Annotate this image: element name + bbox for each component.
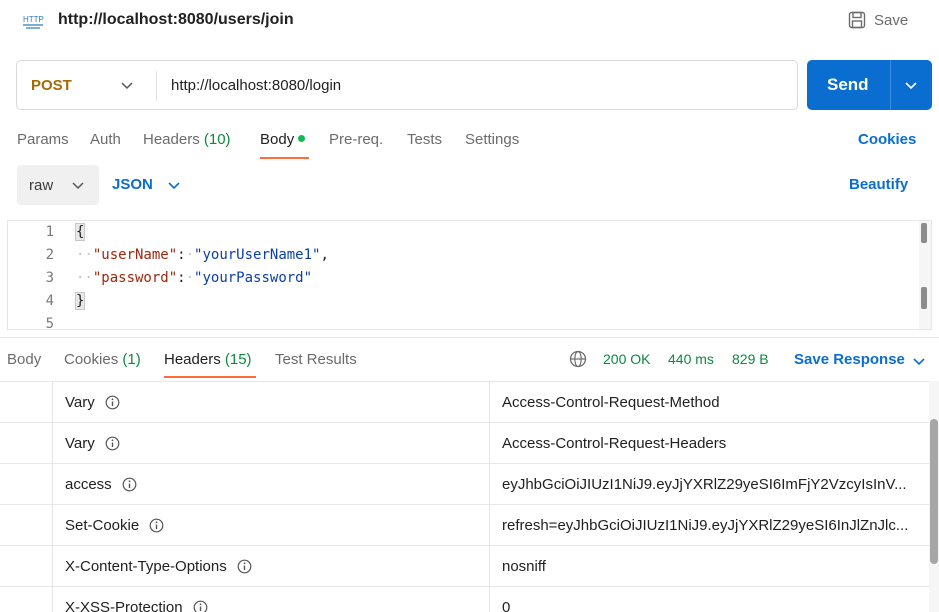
header-value: refresh=eyJhbGciOiJIUzI1NiJ9.eyJjYXRlZ29… bbox=[502, 517, 909, 534]
code-line-3: ··"password":·"yourPassword" bbox=[76, 270, 313, 286]
request-title[interactable]: http://localhost:8080/users/join bbox=[58, 11, 294, 29]
send-label: Send bbox=[827, 75, 869, 94]
headers-scrollbar[interactable] bbox=[929, 381, 939, 612]
method-select[interactable]: POST bbox=[17, 61, 157, 109]
line-number: 3 bbox=[45, 270, 54, 286]
resp-tab-headers[interactable]: Headers (15) bbox=[164, 351, 252, 368]
code-line-2: ··"userName":·"yourUserName1", bbox=[76, 247, 329, 263]
save-label: Save bbox=[874, 11, 909, 29]
table-row: Vary Access-Control-Request-Headers bbox=[0, 422, 929, 464]
chevron-down-icon[interactable] bbox=[904, 78, 918, 92]
value-password: "yourPassword" bbox=[194, 270, 313, 286]
line-number: 5 bbox=[45, 316, 54, 330]
url-divider bbox=[156, 71, 157, 101]
line-number: 1 bbox=[45, 224, 54, 240]
url-input[interactable] bbox=[171, 74, 771, 96]
close-brace: } bbox=[74, 292, 86, 310]
header-key: X-XSS-Protection bbox=[65, 599, 208, 612]
header-value: 0 bbox=[502, 599, 511, 612]
resp-tab-cookies[interactable]: Cookies (1) bbox=[64, 351, 141, 368]
headers-scroll-thumb[interactable] bbox=[930, 419, 938, 564]
table-row: Vary Access-Control-Request-Method bbox=[0, 381, 929, 423]
tab-pre-request[interactable]: Pre-req. bbox=[329, 131, 383, 148]
url-bar: POST bbox=[16, 60, 798, 110]
info-icon[interactable] bbox=[149, 518, 164, 533]
globe-icon[interactable] bbox=[569, 350, 587, 368]
chevron-down-icon[interactable] bbox=[912, 354, 926, 368]
active-resp-tab-underline bbox=[164, 376, 256, 378]
header-key: Set-Cookie bbox=[65, 517, 164, 534]
header-value: nosniff bbox=[502, 558, 546, 575]
info-icon[interactable] bbox=[237, 559, 252, 574]
title-bar: HTTP http://localhost:8080/users/join Sa… bbox=[0, 0, 939, 42]
code-line-4: } bbox=[74, 292, 86, 310]
header-key: Vary bbox=[65, 394, 120, 411]
tab-auth[interactable]: Auth bbox=[90, 131, 121, 148]
editor-scrollbar[interactable] bbox=[919, 221, 931, 329]
body-indicator-dot bbox=[298, 134, 306, 142]
info-icon[interactable] bbox=[193, 600, 208, 612]
tab-params[interactable]: Params bbox=[17, 131, 69, 148]
key-password: "password" bbox=[92, 270, 178, 286]
header-value: Access-Control-Request-Method bbox=[502, 394, 720, 411]
body-mode-select[interactable]: raw bbox=[17, 165, 99, 205]
tab-settings[interactable]: Settings bbox=[465, 131, 519, 148]
save-response-button[interactable]: Save Response bbox=[794, 351, 905, 368]
body-controls: raw JSON Beautify bbox=[17, 165, 932, 205]
code-line-1: { bbox=[74, 223, 86, 241]
method-label: POST bbox=[31, 76, 72, 94]
editor-scroll-thumb-top[interactable] bbox=[921, 223, 927, 243]
response-headers-table: Vary Access-Control-Request-Method Vary … bbox=[0, 381, 929, 612]
header-value: Access-Control-Request-Headers bbox=[502, 435, 727, 452]
svg-text:HTTP: HTTP bbox=[23, 15, 44, 24]
info-icon[interactable] bbox=[105, 436, 120, 451]
tab-tests[interactable]: Tests bbox=[407, 131, 442, 148]
info-icon[interactable] bbox=[122, 477, 137, 492]
tab-body[interactable]: Body bbox=[260, 131, 306, 148]
table-row: Set-Cookie refresh=eyJhbGciOiJIUzI1NiJ9.… bbox=[0, 504, 929, 546]
line-number: 2 bbox=[45, 247, 54, 263]
cookies-link[interactable]: Cookies bbox=[858, 131, 916, 148]
value-username: "yourUserName1" bbox=[194, 247, 321, 263]
resp-tab-test-results[interactable]: Test Results bbox=[275, 351, 357, 368]
editor-scroll-thumb-bottom[interactable] bbox=[921, 287, 927, 309]
send-divider bbox=[890, 60, 891, 110]
body-editor[interactable]: 1 2 3 4 5 { ··"userName":·"yourUserName1… bbox=[7, 220, 932, 330]
tab-headers[interactable]: Headers (10) bbox=[143, 131, 231, 148]
line-number: 4 bbox=[45, 293, 54, 309]
key-username: "userName" bbox=[92, 247, 178, 263]
response-divider bbox=[0, 337, 939, 338]
body-mode-label: raw bbox=[29, 176, 54, 194]
info-icon[interactable] bbox=[105, 395, 120, 410]
status-code[interactable]: 200 OK bbox=[603, 351, 650, 367]
response-time[interactable]: 440 ms bbox=[668, 351, 714, 367]
table-row: access eyJhbGciOiJIUzI1NiJ9.eyJjYXRlZ29y… bbox=[0, 463, 929, 505]
header-key: access bbox=[65, 476, 137, 493]
active-tab-underline bbox=[260, 157, 309, 159]
headers-count: (10) bbox=[203, 131, 231, 148]
header-value: eyJhbGciOiJIUzI1NiJ9.eyJjYXRlZ29yeSI6ImF… bbox=[502, 476, 907, 493]
header-key: X-Content-Type-Options bbox=[65, 558, 252, 575]
format-select[interactable]: JSON bbox=[112, 176, 153, 193]
resp-tab-body[interactable]: Body bbox=[7, 351, 41, 368]
table-row: X-Content-Type-Options nosniff bbox=[0, 545, 929, 587]
beautify-button[interactable]: Beautify bbox=[849, 176, 908, 193]
response-tabs: Body Cookies (1) Headers (15) Test Resul… bbox=[0, 348, 939, 378]
chevron-down-icon[interactable] bbox=[167, 178, 181, 192]
http-icon: HTTP bbox=[23, 15, 44, 29]
floppy-disk-icon bbox=[848, 11, 866, 29]
send-button[interactable]: Send bbox=[807, 60, 932, 110]
save-button[interactable]: Save bbox=[848, 9, 908, 31]
chevron-down-icon bbox=[72, 182, 84, 190]
open-brace: { bbox=[74, 223, 86, 241]
header-key: Vary bbox=[65, 435, 120, 452]
response-size[interactable]: 829 B bbox=[732, 351, 769, 367]
chevron-down-icon bbox=[121, 82, 133, 90]
table-row: X-XSS-Protection 0 bbox=[0, 586, 929, 612]
